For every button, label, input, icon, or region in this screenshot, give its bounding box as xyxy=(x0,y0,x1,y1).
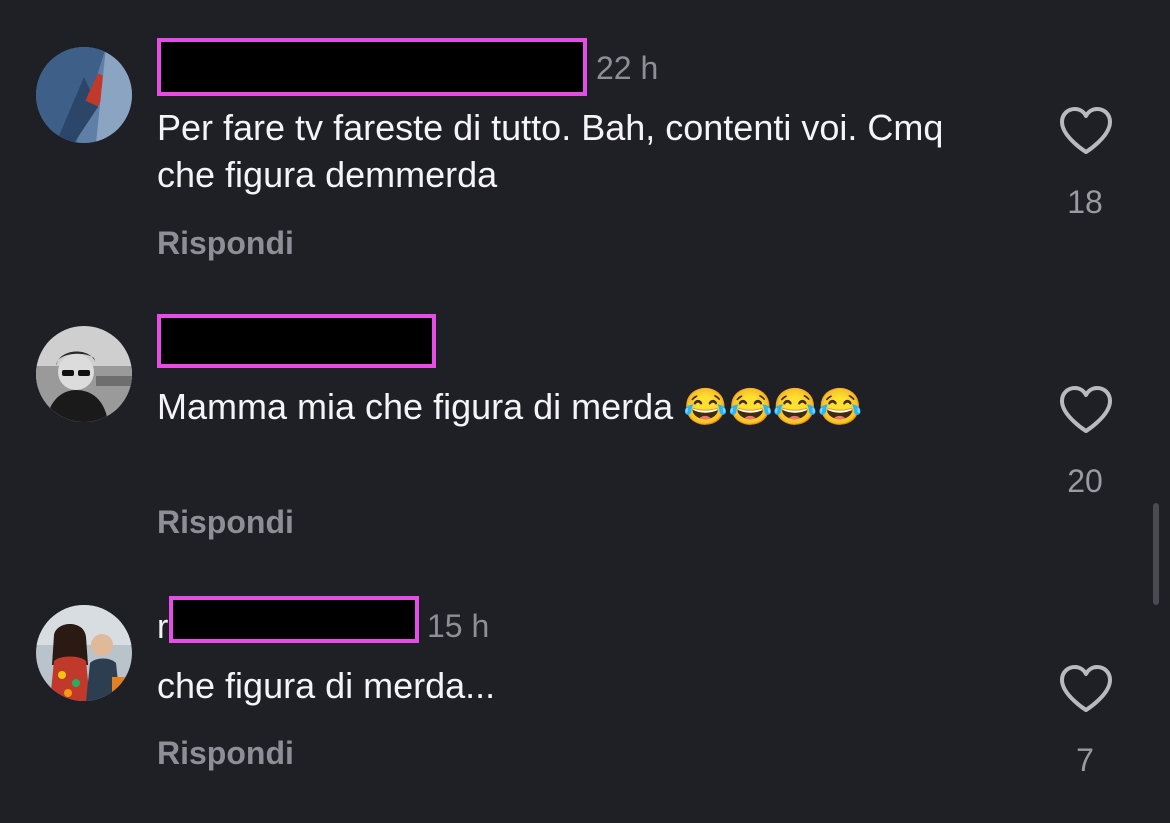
reply-button[interactable]: Rispondi xyxy=(157,225,294,262)
heart-outline-icon xyxy=(1060,107,1112,154)
like-button[interactable] xyxy=(1058,106,1114,156)
reply-button[interactable]: Rispondi xyxy=(157,735,294,772)
timestamp: 15 h xyxy=(427,608,490,644)
avatar[interactable] xyxy=(36,326,132,422)
username-prefix[interactable]: r xyxy=(157,608,168,647)
avatar[interactable] xyxy=(36,605,132,701)
heart-outline-icon xyxy=(1060,665,1112,712)
like-count: 18 xyxy=(1067,184,1103,220)
comment-text: Per fare tv fareste di tutto. Bah, conte… xyxy=(157,107,944,195)
like-button[interactable] xyxy=(1058,664,1114,714)
like-count: 7 xyxy=(1076,742,1094,778)
like-count: 20 xyxy=(1067,463,1103,499)
like-button[interactable] xyxy=(1058,385,1114,435)
scrollbar[interactable] xyxy=(1153,503,1159,605)
avatar[interactable] xyxy=(36,47,132,143)
redacted-username[interactable] xyxy=(169,596,419,643)
redacted-username[interactable] xyxy=(157,38,587,96)
redacted-username[interactable] xyxy=(157,314,436,368)
heart-outline-icon xyxy=(1060,386,1112,433)
comment-text: che figura di merda... xyxy=(157,665,496,706)
comment-text: Mamma mia che figura di merda 😂😂😂😂 xyxy=(157,386,863,427)
timestamp: 22 h xyxy=(596,50,659,86)
reply-button[interactable]: Rispondi xyxy=(157,504,294,541)
